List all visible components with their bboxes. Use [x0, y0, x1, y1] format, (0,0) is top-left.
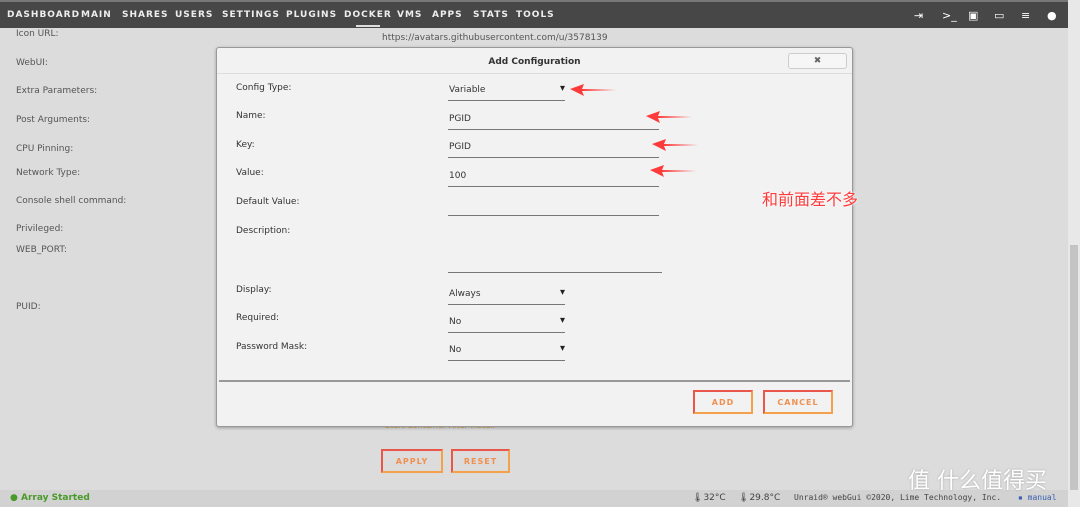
- logout-icon[interactable]: ⇥: [914, 9, 923, 22]
- status-icon: ●: [10, 493, 18, 503]
- top-nav: DASHBOARD MAIN SHARES USERS SETTINGS PLU…: [0, 0, 1068, 28]
- monitor-icon[interactable]: ▭: [994, 9, 1004, 22]
- display-select[interactable]: Always: [448, 287, 565, 305]
- description-label: Description:: [236, 226, 291, 236]
- watermark-logo: 值 什么值得买: [908, 469, 1047, 494]
- required-select[interactable]: No: [448, 315, 565, 333]
- terminal-icon[interactable]: >_: [942, 9, 957, 22]
- annotation-arrow-icon: [652, 139, 698, 151]
- dialog-title: Add Configuration: [488, 57, 581, 67]
- name-input[interactable]: PGID: [448, 114, 659, 130]
- value-input[interactable]: 100: [448, 171, 659, 187]
- label-console-shell: Console shell command:: [16, 196, 127, 206]
- help-icon[interactable]: ●: [1047, 9, 1057, 22]
- nav-main[interactable]: MAIN: [81, 10, 112, 20]
- array-status: ● Array Started: [10, 493, 90, 503]
- nav-plugins[interactable]: PLUGINS: [286, 10, 337, 20]
- config-type-select[interactable]: Variable: [448, 83, 565, 101]
- nav-docker[interactable]: DOCKER: [344, 10, 392, 27]
- label-network-type: Network Type:: [16, 168, 81, 178]
- nav-dashboard[interactable]: DASHBOARD: [7, 10, 80, 20]
- log-icon[interactable]: ≡: [1021, 9, 1030, 22]
- password-mask-select[interactable]: No: [448, 343, 565, 361]
- temp-board: 🌡29.8°C: [738, 493, 781, 503]
- nav-apps[interactable]: APPS: [432, 10, 463, 20]
- nav-settings[interactable]: SETTINGS: [222, 10, 280, 20]
- temp-cpu-value: 32°C: [703, 493, 726, 503]
- label-cpu-pinning: CPU Pinning:: [16, 144, 74, 154]
- label-web-port: WEB_PORT:: [16, 245, 67, 255]
- annotation-note: 和前面差不多: [762, 190, 859, 209]
- nav-shares[interactable]: SHARES: [122, 10, 169, 20]
- cancel-button[interactable]: CANCEL: [763, 390, 833, 414]
- nav-stats[interactable]: STATS: [473, 10, 509, 20]
- label-post-arguments: Post Arguments:: [16, 115, 91, 125]
- required-label: Required:: [236, 313, 280, 323]
- value-label: Value:: [236, 168, 264, 178]
- default-value-input[interactable]: [448, 200, 659, 216]
- key-input[interactable]: PGID: [448, 142, 659, 158]
- annotation-arrow-icon: [646, 111, 692, 123]
- annotation-arrow-icon: [650, 165, 696, 177]
- label-puid: PUID:: [16, 302, 41, 312]
- nav-users[interactable]: USERS: [175, 10, 213, 20]
- nav-tools[interactable]: TOOLS: [516, 10, 555, 20]
- icon-url-value: https://avatars.githubusercontent.com/u/…: [382, 33, 608, 43]
- label-webui: WebUI:: [16, 58, 48, 68]
- label-extra-parameters: Extra Parameters:: [16, 86, 98, 96]
- default-value-label: Default Value:: [236, 197, 300, 207]
- name-label: Name:: [236, 111, 266, 121]
- password-mask-label: Password Mask:: [236, 342, 308, 352]
- scrollbar[interactable]: [1068, 0, 1080, 507]
- label-privileged: Privileged:: [16, 224, 64, 234]
- footer-divider: [219, 380, 850, 382]
- label-icon-url: Icon URL:: [16, 29, 59, 39]
- temp-board-value: 29.8°C: [749, 493, 781, 503]
- apply-button[interactable]: APPLY: [381, 449, 443, 473]
- feedback-icon[interactable]: ▣: [968, 9, 978, 22]
- close-icon: ✖: [813, 56, 822, 66]
- close-button[interactable]: ✖: [788, 53, 847, 69]
- reset-button[interactable]: RESET: [451, 449, 510, 473]
- description-input[interactable]: [448, 226, 662, 273]
- divider: [217, 73, 852, 74]
- add-configuration-dialog: Add Configuration ✖ Config Type: Variabl…: [216, 47, 853, 427]
- display-label: Display:: [236, 285, 272, 295]
- temp-cpu: 🌡32°C: [692, 493, 726, 503]
- array-status-text: Array Started: [21, 493, 90, 503]
- annotation-arrow-icon: [570, 84, 616, 96]
- nav-vms[interactable]: VMS: [397, 10, 422, 20]
- config-type-label: Config Type:: [236, 83, 292, 93]
- add-button[interactable]: ADD: [693, 390, 753, 414]
- key-label: Key:: [236, 140, 255, 150]
- scrollbar-thumb[interactable]: [1070, 245, 1078, 490]
